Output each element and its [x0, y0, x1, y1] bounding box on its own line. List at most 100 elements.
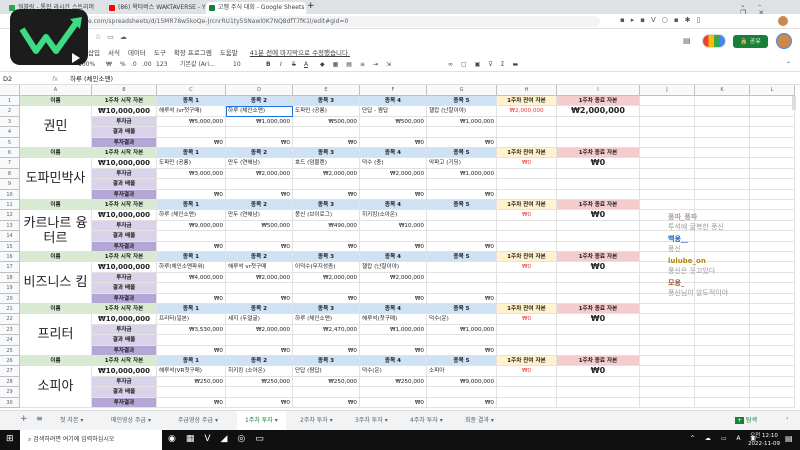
multiplier-value[interactable]	[293, 127, 360, 138]
row-header[interactable]: 4	[0, 127, 20, 138]
stock-name[interactable]	[427, 262, 497, 273]
stock-header[interactable]: 종목 4	[360, 96, 427, 107]
remaining-capital-header[interactable]: 1주차 잔여 자본	[497, 304, 557, 315]
investment-amount[interactable]: ₩1,000,000	[427, 168, 497, 180]
empty-cell[interactable]	[640, 200, 695, 211]
remaining-capital-header[interactable]: 1주차 잔여 자본	[497, 200, 557, 211]
empty-cell[interactable]	[640, 127, 695, 138]
row-header[interactable]: 3	[0, 116, 20, 128]
stock-name[interactable]: 도파민 (공룡)	[157, 158, 226, 169]
multiplier-value[interactable]	[293, 231, 360, 242]
stock-header[interactable]: 종목 3	[293, 200, 360, 211]
stock-name[interactable]: 세지 (두얼굴)	[226, 314, 293, 325]
multiplier-value[interactable]	[427, 387, 497, 398]
multiplier-value[interactable]	[427, 179, 497, 190]
empty-cell[interactable]	[640, 158, 695, 169]
stock-header[interactable]: 종목 2	[226, 252, 293, 263]
select-all-corner[interactable]	[0, 85, 20, 96]
investment-result[interactable]: ₩0	[293, 189, 360, 200]
empty-cell[interactable]	[750, 324, 795, 336]
stock-header[interactable]: 종목 1	[157, 252, 226, 263]
empty-cell[interactable]	[695, 366, 750, 377]
extension-icons[interactable]: ▪▸▪V○▪✱▯	[620, 16, 706, 24]
stock-header[interactable]: 종목 5	[427, 148, 497, 159]
multiplier-value[interactable]	[360, 231, 427, 242]
stock-header[interactable]: 종목 5	[427, 252, 497, 263]
sheet-tab[interactable]: 4주차 투자 ▾	[402, 411, 451, 430]
stock-name[interactable]: 덕수(운)	[427, 314, 497, 325]
multiplier-value[interactable]	[226, 387, 293, 398]
menu-data[interactable]: 데이터	[128, 47, 146, 57]
italic-button[interactable]: I	[280, 57, 282, 72]
empty-cell[interactable]	[640, 335, 695, 346]
end-capital[interactable]: ₩0	[557, 210, 640, 221]
start-capital[interactable]: ₩10,000,000	[92, 262, 157, 273]
empty-cell[interactable]	[557, 324, 640, 336]
empty-cell[interactable]	[557, 376, 640, 388]
remaining-capital[interactable]: ₩0	[497, 366, 557, 377]
side-panel-toggle-icon[interactable]: ‹	[786, 415, 788, 422]
name-header[interactable]: 이름	[20, 252, 92, 263]
start-capital[interactable]: ₩10,000,000	[92, 314, 157, 325]
stock-header[interactable]: 종목 4	[360, 148, 427, 159]
stock-header[interactable]: 종목 1	[157, 200, 226, 211]
empty-cell[interactable]	[750, 387, 795, 398]
investment-result[interactable]: ₩0	[427, 345, 497, 356]
empty-cell[interactable]	[497, 345, 557, 356]
player-name[interactable]: 프리터	[20, 314, 92, 356]
font-select[interactable]: 기본값 (Ari...	[180, 57, 215, 72]
row-header[interactable]: 26	[0, 356, 20, 367]
empty-cell[interactable]	[750, 356, 795, 367]
empty-cell[interactable]	[750, 168, 795, 180]
multiplier-value[interactable]	[157, 335, 226, 346]
explore-button[interactable]: + 탐색	[735, 415, 757, 424]
remaining-capital[interactable]: ₩2,000,000	[497, 106, 557, 117]
investment-amount[interactable]: ₩250,000	[293, 376, 360, 388]
empty-cell[interactable]	[695, 397, 750, 408]
investment-amount[interactable]: ₩1,000,000	[427, 116, 497, 128]
empty-cell[interactable]	[557, 345, 640, 356]
chevron-down-icon[interactable]: ▾	[383, 417, 388, 424]
sheet-tab[interactable]: 1주차 투자 ▾	[237, 411, 286, 430]
investment-amount[interactable]: ₩2,000,000	[360, 168, 427, 180]
player-name[interactable]: 권민	[20, 106, 92, 148]
multiplier-value[interactable]	[226, 335, 293, 346]
add-sheet-icon[interactable]: +	[20, 414, 28, 424]
investment-amount[interactable]: ₩9,000,000	[427, 376, 497, 388]
browser-tab-active[interactable]: 고멤 주식 대회 - Google Sheets	[206, 2, 306, 14]
column-header-c[interactable]: C	[157, 85, 226, 96]
end-capital-header[interactable]: 1주차 종료 자본	[557, 200, 640, 211]
empty-cell[interactable]	[557, 179, 640, 190]
player-name[interactable]: 도파민박사	[20, 158, 92, 200]
empty-cell[interactable]	[695, 200, 750, 211]
end-capital-header[interactable]: 1주차 종료 자본	[557, 96, 640, 107]
more-formats-button[interactable]: 123	[156, 57, 167, 72]
empty-cell[interactable]	[640, 304, 695, 315]
start-capital[interactable]: ₩10,000,000	[92, 106, 157, 117]
row-header[interactable]: 16	[0, 252, 20, 263]
menu-format[interactable]: 서식	[108, 47, 120, 57]
empty-cell[interactable]	[640, 356, 695, 367]
remaining-capital-header[interactable]: 1주차 잔여 자본	[497, 356, 557, 367]
stock-name[interactable]: 도파민 (공룡)	[293, 106, 360, 117]
empty-cell[interactable]	[640, 314, 695, 325]
multiplier-value[interactable]	[157, 283, 226, 294]
chevron-down-icon[interactable]: ▾	[78, 417, 83, 424]
menu-help[interactable]: 도움말	[220, 47, 238, 57]
start-capital-header[interactable]: 1주차 시작 자본	[92, 304, 157, 315]
empty-cell[interactable]	[695, 137, 750, 148]
stock-header[interactable]: 종목 5	[427, 96, 497, 107]
investment-amount[interactable]	[427, 220, 497, 232]
empty-cell[interactable]	[557, 387, 640, 398]
investment-amount[interactable]: ₩250,000	[226, 376, 293, 388]
multiplier-value[interactable]	[226, 127, 293, 138]
empty-cell[interactable]	[497, 127, 557, 138]
start-capital-header[interactable]: 1주차 시작 자본	[92, 356, 157, 367]
stock-name[interactable]: 호드 (덤블렌)	[293, 158, 360, 169]
empty-cell[interactable]	[695, 158, 750, 169]
stock-header[interactable]: 종목 2	[226, 356, 293, 367]
row-header[interactable]: 15	[0, 241, 20, 252]
empty-cell[interactable]	[640, 324, 695, 336]
investment-amount[interactable]: ₩1,000,000	[360, 324, 427, 336]
investment-amount[interactable]: ₩2,000,000	[360, 272, 427, 284]
